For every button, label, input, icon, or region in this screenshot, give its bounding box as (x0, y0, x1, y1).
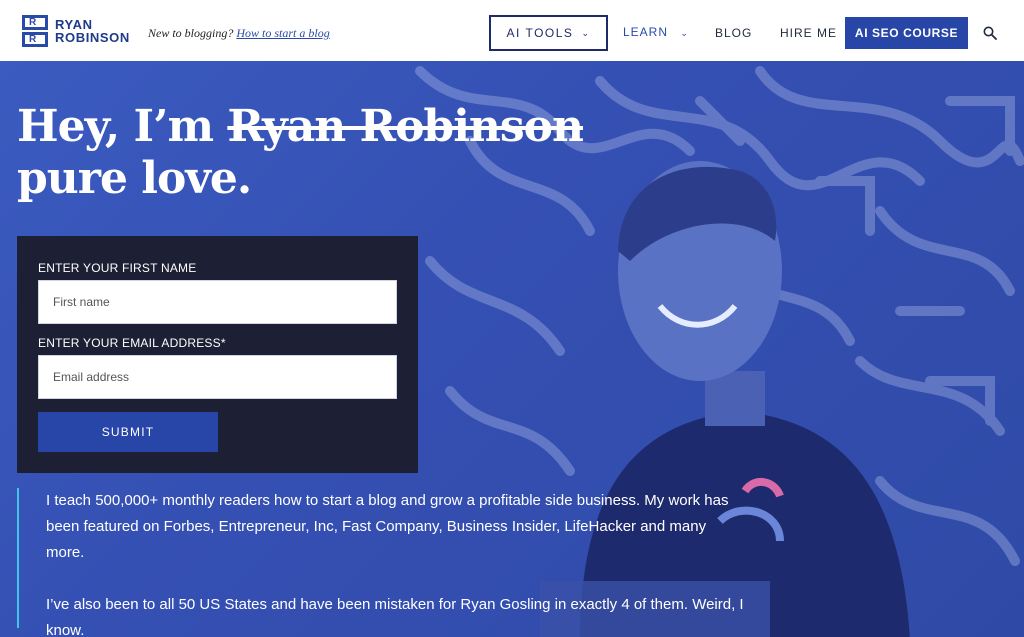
email-label: ENTER YOUR EMAIL ADDRESS* (38, 336, 226, 350)
bio-paragraph-2: I’ve also been to all 50 US States and h… (46, 596, 744, 637)
start-blog-link[interactable]: How to start a blog (236, 26, 329, 40)
first-name-label: ENTER YOUR FIRST NAME (38, 261, 197, 275)
chevron-down-icon: ⌄ (680, 28, 689, 38)
nav-ai-tools-label: AI TOOLS (506, 26, 574, 40)
hero-headline: Hey, I’m Ryan Robinson pure love. (17, 101, 584, 205)
headline-prefix: Hey, I’m (17, 101, 228, 152)
site-logo[interactable]: R R RYAN ROBINSON (22, 15, 130, 47)
search-icon[interactable] (983, 26, 997, 40)
hero-section: Hey, I’m Ryan Robinson pure love. ENTER … (0, 61, 1024, 637)
tagline-prefix: New to blogging? (148, 26, 234, 40)
nav-hire-me[interactable]: HIRE ME (780, 26, 837, 40)
bio-quote: I teach 500,000+ monthly readers how to … (17, 488, 747, 637)
logo-text: RYAN ROBINSON (55, 18, 130, 44)
logo-line2: ROBINSON (55, 30, 130, 45)
nav-blog[interactable]: BLOG (715, 26, 752, 40)
headline-line2: pure love. (17, 153, 252, 204)
first-name-input[interactable] (38, 280, 397, 324)
site-header: R R RYAN ROBINSON New to blogging? How t… (0, 0, 1024, 61)
headline-strikethrough: Ryan Robinson (227, 101, 584, 152)
chevron-down-icon: ⌄ (581, 27, 591, 38)
signup-form: ENTER YOUR FIRST NAME ENTER YOUR EMAIL A… (17, 236, 418, 473)
email-input[interactable] (38, 355, 397, 399)
nav-learn-label: LEARN (623, 25, 669, 39)
logo-mark-icon: R R (22, 15, 48, 47)
tagline: New to blogging? How to start a blog (148, 26, 330, 41)
nav-learn[interactable]: LEARN ⌄ (623, 25, 689, 39)
nav-ai-tools[interactable]: AI TOOLS ⌄ (489, 15, 608, 51)
submit-button[interactable]: SUBMIT (38, 412, 218, 452)
bio-paragraph-1: I teach 500,000+ monthly readers how to … (46, 492, 729, 561)
ai-seo-course-button[interactable]: AI SEO COURSE (845, 17, 968, 49)
